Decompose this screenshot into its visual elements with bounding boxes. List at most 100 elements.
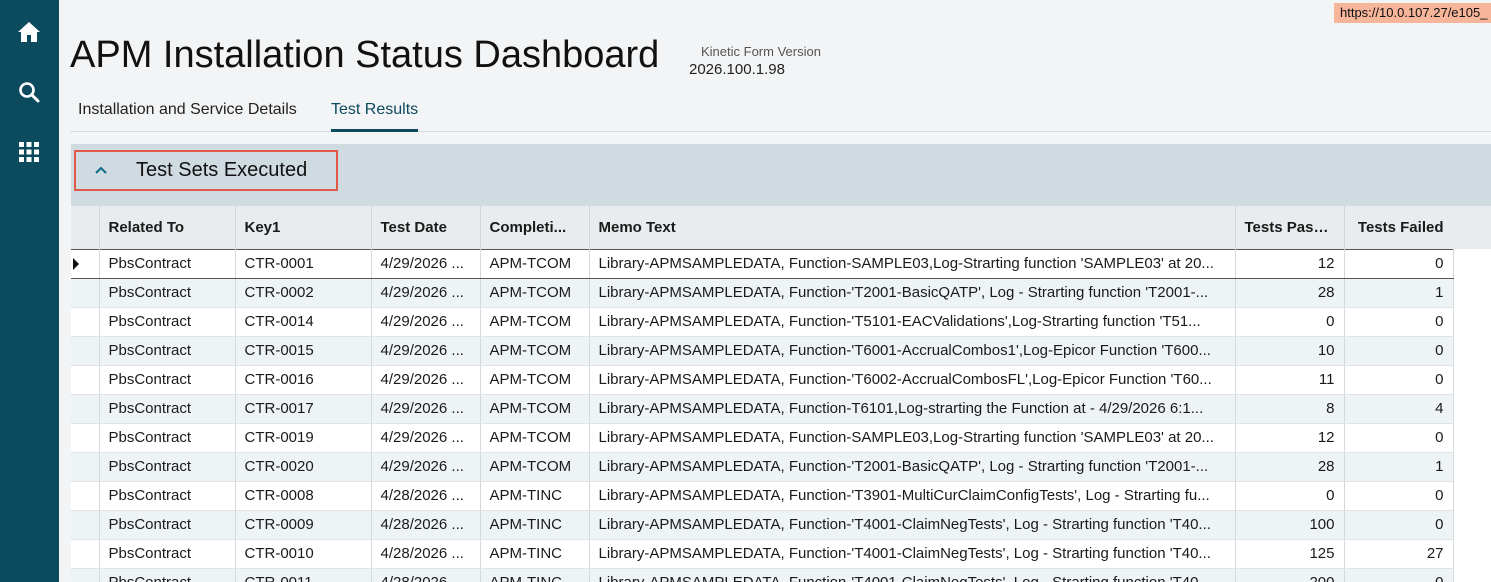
cell-tests-failed[interactable]: 0 (1344, 336, 1454, 366)
table-row[interactable]: PbsContract CTR-0020 4/29/2026 ... APM-TCOM… (71, 452, 1454, 482)
cell-tests-failed[interactable]: 27 (1344, 539, 1454, 569)
cell-completion[interactable]: APM-TINC (480, 481, 590, 511)
cell-related-to[interactable]: PbsContract (99, 248, 236, 279)
table-row[interactable]: PbsContract CTR-0017 4/29/2026 ... APM-TCOM… (71, 394, 1454, 424)
column-header-test-date[interactable]: Test Date (371, 206, 481, 249)
cell-memo-text[interactable]: Library-APMSAMPLEDATA, Function-SAMPLE03… (589, 248, 1236, 279)
cell-key1[interactable]: CTR-0015 (235, 336, 372, 366)
row-indicator[interactable] (71, 307, 100, 337)
cell-tests-passed[interactable]: 8 (1235, 394, 1345, 424)
cell-tests-passed[interactable]: 10 (1235, 336, 1345, 366)
row-indicator[interactable] (71, 336, 100, 366)
home-icon[interactable] (15, 18, 43, 46)
column-header-related-to[interactable]: Related To (99, 206, 236, 249)
grid-icon[interactable] (15, 138, 43, 166)
table-row[interactable]: PbsContract CTR-0015 4/29/2026 ... APM-TCOM… (71, 336, 1454, 366)
cell-tests-failed[interactable]: 4 (1344, 394, 1454, 424)
table-row[interactable]: PbsContract CTR-0010 4/28/2026 ... APM-TINC… (71, 539, 1454, 569)
cell-memo-text[interactable]: Library-APMSAMPLEDATA, Function-'T5101-E… (589, 307, 1236, 337)
cell-completion[interactable]: APM-TCOM (480, 452, 590, 482)
cell-completion[interactable]: APM-TINC (480, 510, 590, 540)
cell-completion[interactable]: APM-TINC (480, 568, 590, 582)
table-row[interactable]: PbsContract CTR-0009 4/28/2026 ... APM-TINC… (71, 510, 1454, 540)
cell-completion[interactable]: APM-TCOM (480, 307, 590, 337)
cell-completion[interactable]: APM-TCOM (480, 248, 590, 279)
cell-related-to[interactable]: PbsContract (99, 394, 236, 424)
column-header-key1[interactable]: Key1 (235, 206, 372, 249)
table-row[interactable]: PbsContract CTR-0014 4/29/2026 ... APM-TCOM… (71, 307, 1454, 337)
cell-tests-passed[interactable]: 0 (1235, 307, 1345, 337)
search-icon[interactable] (15, 78, 43, 106)
cell-key1[interactable]: CTR-0010 (235, 539, 372, 569)
cell-related-to[interactable]: PbsContract (99, 568, 236, 582)
table-row[interactable]: PbsContractCTR-00114/28/2026 ...APM-TINC… (71, 568, 1454, 582)
cell-tests-failed[interactable]: 0 (1344, 510, 1454, 540)
cell-completion[interactable]: APM-TINC (480, 539, 590, 569)
cell-tests-failed[interactable]: 0 (1344, 568, 1454, 582)
cell-related-to[interactable]: PbsContract (99, 365, 236, 395)
table-row[interactable]: PbsContract CTR-0008 4/28/2026 ... APM-TINC… (71, 481, 1454, 511)
cell-related-to[interactable]: PbsContract (99, 510, 236, 540)
cell-memo-text[interactable]: Library-APMSAMPLEDATA, Function-'T6001-A… (589, 336, 1236, 366)
cell-completion[interactable]: APM-TCOM (480, 278, 590, 308)
cell-tests-failed[interactable]: 1 (1344, 452, 1454, 482)
cell-tests-passed[interactable]: 125 (1235, 539, 1345, 569)
table-row[interactable]: PbsContract CTR-0001 4/29/2026 ... APM-TCOM… (71, 248, 1454, 279)
row-indicator[interactable] (71, 365, 100, 395)
cell-tests-passed[interactable]: 12 (1235, 248, 1345, 279)
row-indicator[interactable] (71, 394, 100, 424)
cell-related-to[interactable]: PbsContract (99, 278, 236, 308)
cell-test-date[interactable]: 4/29/2026 ... (371, 423, 481, 453)
tab-test-results[interactable]: Test Results (331, 101, 419, 132)
cell-memo-text[interactable]: Library-APMSAMPLEDATA, Function-'T3901-M… (589, 481, 1236, 511)
cell-test-date[interactable]: 4/29/2026 ... (371, 365, 481, 395)
cell-key1[interactable]: CTR-0008 (235, 481, 372, 511)
cell-key1[interactable]: CTR-0014 (235, 307, 372, 337)
cell-tests-passed[interactable]: 0 (1235, 481, 1345, 511)
cell-tests-failed[interactable]: 1 (1344, 278, 1454, 308)
cell-key1[interactable]: CTR-0020 (235, 452, 372, 482)
row-indicator[interactable] (71, 452, 100, 482)
cell-key1[interactable]: CTR-0009 (235, 510, 372, 540)
cell-completion[interactable]: APM-TCOM (480, 336, 590, 366)
cell-tests-failed[interactable]: 0 (1344, 481, 1454, 511)
cell-test-date[interactable]: 4/29/2026 ... (371, 336, 481, 366)
cell-tests-failed[interactable]: 0 (1344, 365, 1454, 395)
row-indicator[interactable] (71, 248, 100, 279)
cell-test-date[interactable]: 4/28/2026 ... (371, 568, 481, 582)
cell-related-to[interactable]: PbsContract (99, 423, 236, 453)
cell-key1[interactable]: CTR-0019 (235, 423, 372, 453)
row-indicator[interactable] (71, 423, 100, 453)
cell-test-date[interactable]: 4/28/2026 ... (371, 481, 481, 511)
table-row[interactable]: PbsContract CTR-0002 4/29/2026 ... APM-TCOM… (71, 278, 1454, 308)
row-indicator[interactable] (71, 568, 100, 582)
cell-key1[interactable]: CTR-0017 (235, 394, 372, 424)
cell-memo-text[interactable]: Library-APMSAMPLEDATA, Function-'T4001-C… (589, 510, 1236, 540)
cell-completion[interactable]: APM-TCOM (480, 365, 590, 395)
cell-key1[interactable]: CTR-0011 (235, 568, 372, 582)
cell-test-date[interactable]: 4/29/2026 ... (371, 248, 481, 279)
cell-tests-passed[interactable]: 12 (1235, 423, 1345, 453)
cell-memo-text[interactable]: Library-APMSAMPLEDATA, Function-'T4001-C… (589, 568, 1236, 582)
cell-completion[interactable]: APM-TCOM (480, 394, 590, 424)
cell-tests-failed[interactable]: 0 (1344, 248, 1454, 279)
cell-test-date[interactable]: 4/29/2026 ... (371, 452, 481, 482)
cell-key1[interactable]: CTR-0001 (235, 248, 372, 279)
column-header-tests-passed[interactable]: Tests Passed (1235, 206, 1345, 249)
row-indicator[interactable] (71, 481, 100, 511)
cell-key1[interactable]: CTR-0002 (235, 278, 372, 308)
cell-related-to[interactable]: PbsContract (99, 336, 236, 366)
cell-related-to[interactable]: PbsContract (99, 539, 236, 569)
cell-completion[interactable]: APM-TCOM (480, 423, 590, 453)
cell-related-to[interactable]: PbsContract (99, 307, 236, 337)
column-header-tests-failed[interactable]: Tests Failed (1344, 206, 1454, 249)
row-indicator[interactable] (71, 539, 100, 569)
cell-related-to[interactable]: PbsContract (99, 452, 236, 482)
cell-memo-text[interactable]: Library-APMSAMPLEDATA, Function-SAMPLE03… (589, 423, 1236, 453)
tab-installation-details[interactable]: Installation and Service Details (78, 101, 297, 132)
cell-tests-passed[interactable]: 28 (1235, 278, 1345, 308)
column-header-completion[interactable]: Completi... (480, 206, 590, 249)
cell-key1[interactable]: CTR-0016 (235, 365, 372, 395)
cell-test-date[interactable]: 4/29/2026 ... (371, 307, 481, 337)
row-indicator[interactable] (71, 278, 100, 308)
